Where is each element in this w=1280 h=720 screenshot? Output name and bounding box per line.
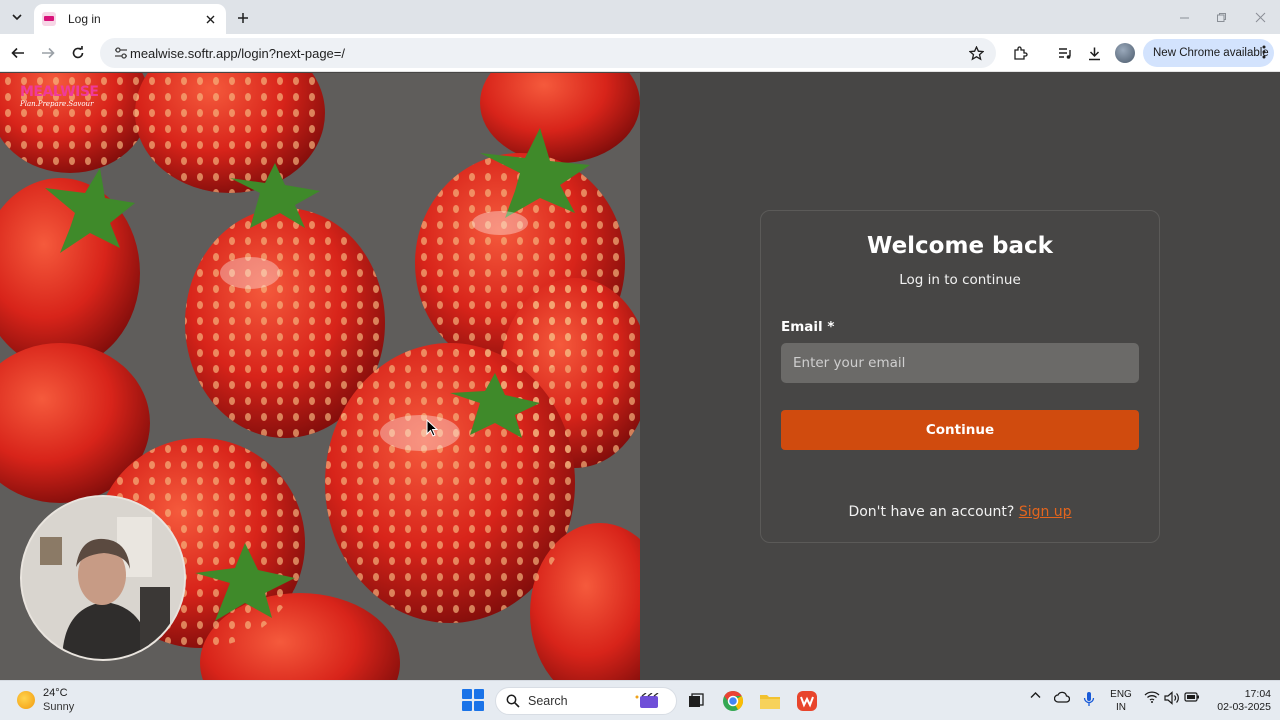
address-bar[interactable]: mealwise.softr.app/login?next-page=/ [100,38,996,68]
tab-title: Log in [68,12,101,26]
wps-office-icon[interactable] [795,689,819,713]
minimize-icon[interactable] [1173,6,1195,28]
search-label: Search [528,694,568,708]
webcam-person-image [22,497,184,659]
forward-arrow-icon[interactable] [36,41,60,65]
weather-description[interactable]: Sunny [43,701,74,713]
taskbar-search-box[interactable]: Search [495,687,677,715]
new-chrome-available-button[interactable]: New Chrome available [1143,39,1274,67]
reload-icon[interactable] [66,41,90,65]
webcam-overlay [20,495,186,661]
windows-taskbar: 24°C Sunny Search ENG IN 17:04 02-03-202… [0,680,1280,720]
download-icon[interactable] [1082,41,1106,65]
profile-avatar[interactable] [1115,43,1135,63]
wifi-icon[interactable] [1143,691,1161,703]
battery-icon[interactable] [1183,691,1201,703]
clock-date: 02-03-2025 [1217,701,1271,713]
new-tab-plus-icon[interactable] [232,7,254,29]
mealwise-favicon-icon [42,12,56,26]
windows-start-icon[interactable] [462,689,484,711]
more-menu-icon[interactable] [1262,44,1266,63]
login-card: Welcome back Log in to continue Email * … [760,210,1160,543]
clock-time: 17:04 [1244,688,1271,700]
language-code: ENG [1110,689,1132,700]
email-label: Email * [781,319,835,335]
continue-button[interactable]: Continue [781,410,1139,450]
email-field[interactable] [781,343,1139,383]
chevron-up-icon[interactable] [1027,691,1043,699]
media-controls-icon[interactable] [1053,41,1077,65]
back-arrow-icon[interactable] [6,41,30,65]
chrome-app-icon[interactable] [721,689,745,713]
update-label: New Chrome available [1153,47,1269,59]
bookmark-star-icon[interactable] [962,45,990,61]
url-text: mealwise.softr.app/login?next-page=/ [130,45,345,61]
extensions-puzzle-icon[interactable] [1008,41,1032,65]
volume-icon[interactable] [1163,691,1181,705]
search-icon [506,694,520,708]
window-close-icon[interactable] [1249,6,1271,28]
signup-prompt: Don't have an account? Sign up [761,504,1159,520]
restore-icon[interactable] [1210,6,1232,28]
language-indicator[interactable]: ENG IN [1110,688,1132,714]
tab-strip: Log in [0,0,1280,34]
microphone-icon[interactable] [1081,691,1097,707]
login-page: MEALWISE Plan.Prepare.Savour Welcome bac… [0,73,1280,680]
search-highlight-icon [634,692,664,714]
task-view-icon[interactable] [684,689,708,713]
sync-cloud-icon[interactable] [1053,691,1071,705]
active-tab[interactable]: Log in [34,4,226,34]
no-account-text: Don't have an account? [848,504,1015,520]
weather-temperature[interactable]: 24°C [43,687,68,699]
mealwise-logo[interactable]: MEALWISE Plan.Prepare.Savour [20,84,99,109]
file-explorer-icon[interactable] [758,689,782,713]
mouse-cursor-icon [426,418,439,442]
region-code: IN [1116,702,1126,713]
browser-toolbar: mealwise.softr.app/login?next-page=/ New… [0,34,1280,72]
page-title: Welcome back [867,233,1053,259]
logo-wordmark: MEALWISE [20,84,99,100]
sign-up-link[interactable]: Sign up [1019,504,1072,520]
tab-search-chevron-icon[interactable] [6,6,28,28]
system-clock[interactable]: 17:04 02-03-2025 [1205,688,1271,714]
page-subtitle: Log in to continue [899,272,1021,288]
close-icon[interactable] [202,11,218,27]
logo-tagline: Plan.Prepare.Savour [20,100,94,108]
sun-weather-icon[interactable] [17,691,35,709]
strawberries-hero-image: MEALWISE Plan.Prepare.Savour [0,73,640,680]
